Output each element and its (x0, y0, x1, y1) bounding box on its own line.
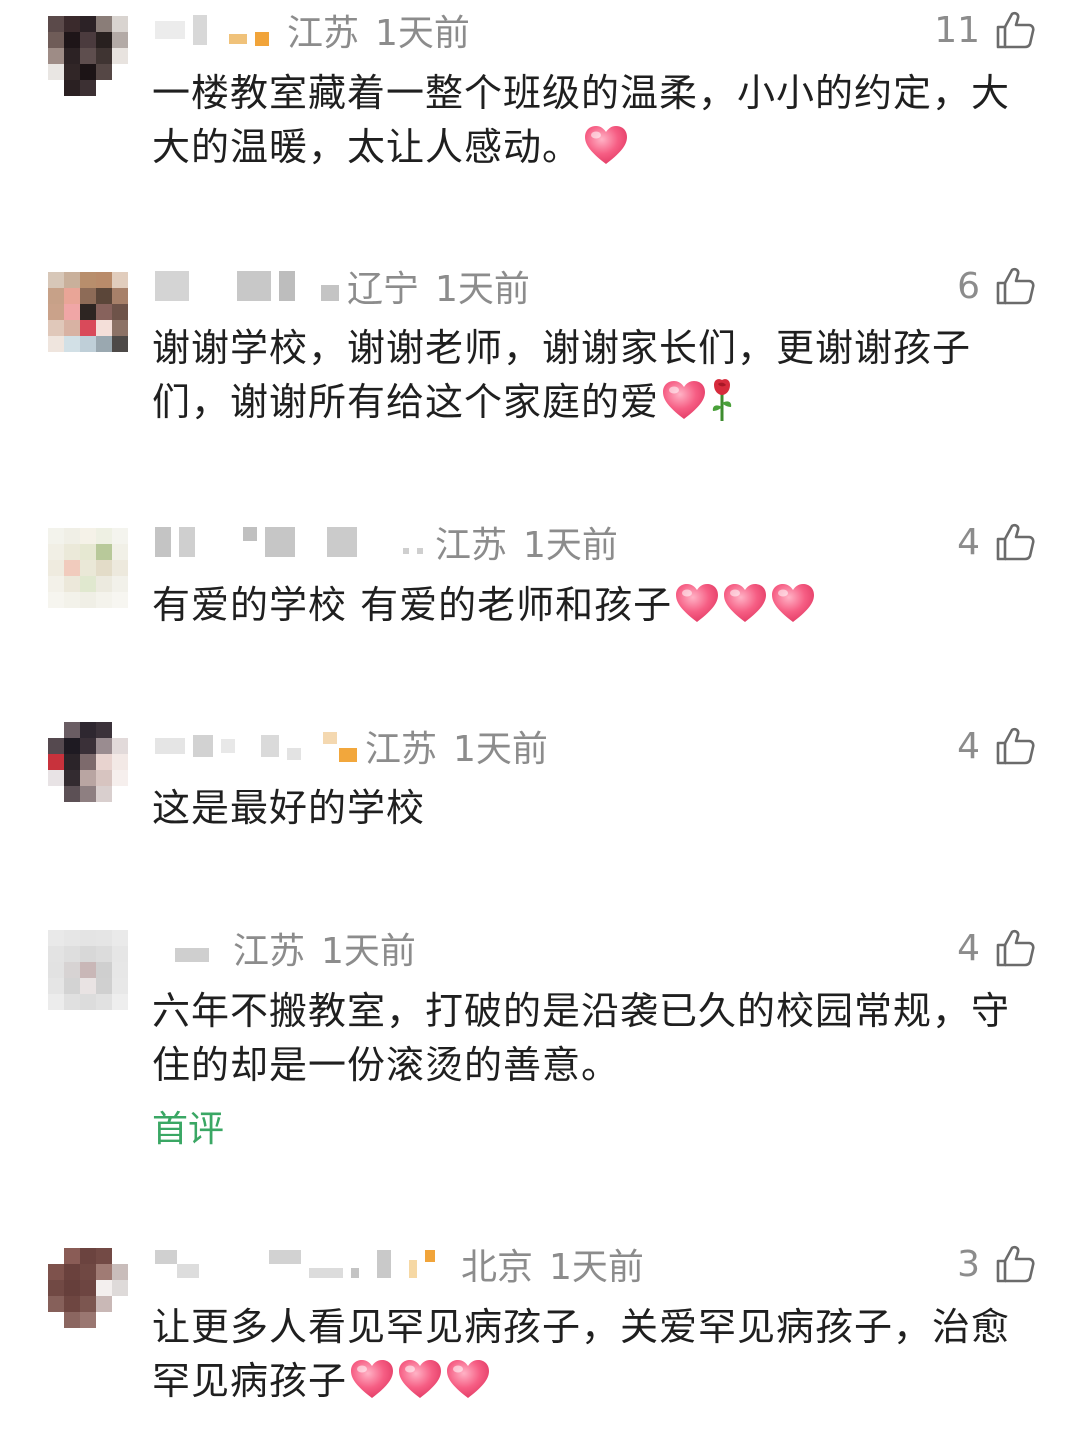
comment-body: 六年不搬教室，打破的是沿袭已久的校园常规，守住的却是一份滚烫的善意。 (152, 989, 1011, 1087)
like-button[interactable]: 6 (957, 264, 1036, 308)
time-label: 1天前 (375, 13, 470, 54)
thumbs-up-icon (994, 9, 1036, 51)
thumbs-up-icon (994, 265, 1036, 307)
location-label: 江苏 (287, 13, 360, 54)
comment-meta: 江苏 1天前 (287, 4, 470, 56)
time-label: 1天前 (321, 931, 416, 972)
avatar[interactable] (48, 272, 128, 352)
comment-meta: 江苏 1天前 (435, 516, 618, 568)
avatar[interactable] (48, 16, 128, 96)
red-heart-emoji (661, 379, 707, 421)
avatar[interactable] (48, 930, 128, 1010)
comment-text: 这是最好的学校 (152, 781, 1042, 835)
time-label: 1天前 (549, 1247, 644, 1288)
like-count: 4 (957, 927, 980, 969)
location-label: 江苏 (233, 931, 306, 972)
comment-body: 这是最好的学校 (152, 786, 426, 830)
location-label: 江苏 (435, 525, 508, 566)
thumbs-up-icon (994, 725, 1036, 767)
comment-meta: 辽宁 1天前 (347, 260, 530, 312)
like-button[interactable]: 4 (957, 520, 1036, 564)
like-count: 4 (957, 725, 980, 767)
like-button[interactable]: 4 (957, 926, 1036, 970)
comment-body: 谢谢学校，谢谢老师，谢谢家长们，更谢谢孩子们，谢谢所有给这个家庭的爱 (152, 326, 972, 424)
comment-header: 江苏 1天前 (155, 520, 618, 566)
thumbs-up-icon (994, 1243, 1036, 1285)
comment-header: 江苏 1天前 (155, 8, 470, 54)
comment-header: 北京 1天前 (155, 1242, 644, 1288)
username-redacted[interactable] (155, 724, 365, 768)
comment-text: 让更多人看见罕见病孩子，关爱罕见病孩子，治愈罕见病孩子 (152, 1300, 1042, 1408)
location-label: 辽宁 (347, 269, 420, 310)
comment-body: 一楼教室藏着一整个班级的温柔，小小的约定，大大的温暖，太让人感动。 (152, 71, 1011, 169)
red-heart-emoji (445, 1358, 491, 1400)
red-heart-emoji (674, 582, 720, 624)
rose-emoji (707, 377, 737, 423)
location-label: 江苏 (365, 729, 438, 770)
thumbs-up-icon (994, 927, 1036, 969)
comment-meta: 江苏 1天前 (233, 922, 416, 974)
avatar[interactable] (48, 722, 128, 802)
comment-header: 辽宁 1天前 (155, 264, 530, 310)
avatar[interactable] (48, 528, 128, 608)
time-label: 1天前 (523, 525, 618, 566)
location-label: 北京 (461, 1247, 534, 1288)
red-heart-emoji (583, 124, 629, 166)
comment-meta: 北京 1天前 (461, 1238, 644, 1290)
username-redacted[interactable] (155, 1242, 443, 1286)
comment-header: 江苏 1天前 (155, 926, 416, 972)
comment-body: 让更多人看见罕见病孩子，关爱罕见病孩子，治愈罕见病孩子 (152, 1305, 1011, 1403)
red-heart-emoji (349, 1358, 395, 1400)
time-label: 1天前 (435, 269, 530, 310)
comment-text: 一楼教室藏着一整个班级的温柔，小小的约定，大大的温暖，太让人感动。 (152, 66, 1042, 174)
avatar[interactable] (48, 1248, 128, 1328)
time-label: 1天前 (453, 729, 548, 770)
like-count: 3 (957, 1243, 980, 1285)
comment-text: 谢谢学校，谢谢老师，谢谢家长们，更谢谢孩子们，谢谢所有给这个家庭的爱 (152, 321, 1042, 429)
red-heart-emoji (770, 582, 816, 624)
red-heart-emoji (722, 582, 768, 624)
username-redacted[interactable] (155, 8, 277, 52)
red-heart-emoji (397, 1358, 443, 1400)
comment-text: 有爱的学校 有爱的老师和孩子 (152, 578, 1042, 632)
username-redacted[interactable] (155, 926, 217, 970)
comment-header: 江苏 1天前 (155, 724, 548, 770)
like-count: 4 (957, 521, 980, 563)
username-redacted[interactable] (155, 520, 431, 564)
like-count: 11 (934, 9, 980, 51)
like-button[interactable]: 11 (934, 8, 1036, 52)
first-comment-tag: 首评 (152, 1109, 225, 1150)
like-button[interactable]: 4 (957, 724, 1036, 768)
thumbs-up-icon (994, 521, 1036, 563)
username-redacted[interactable] (155, 264, 347, 308)
like-button[interactable]: 3 (957, 1242, 1036, 1286)
comment-meta: 江苏 1天前 (365, 720, 548, 772)
like-count: 6 (957, 265, 980, 307)
comment-body: 有爱的学校 有爱的老师和孩子 (152, 583, 673, 627)
comment-text: 六年不搬教室，打破的是沿袭已久的校园常规，守住的却是一份滚烫的善意。 (152, 984, 1042, 1092)
